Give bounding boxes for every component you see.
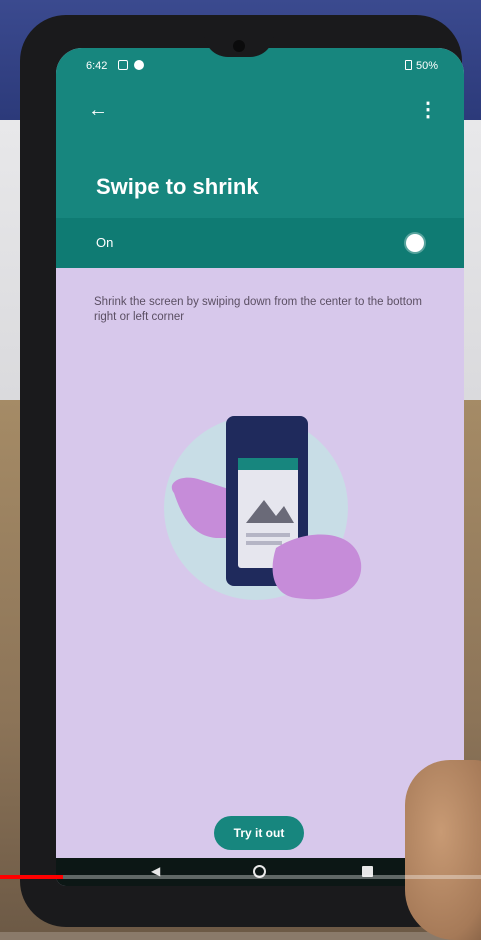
- front-camera: [233, 40, 245, 52]
- illustration-screen-header: [238, 458, 298, 470]
- system-nav-bar: ◀: [56, 858, 464, 886]
- toggle-label: On: [96, 235, 114, 250]
- battery-icon: [405, 60, 412, 70]
- video-progress-fill: [0, 875, 63, 879]
- status-time: 6:42: [86, 60, 108, 72]
- arrow-back-icon[interactable]: ←: [88, 100, 108, 120]
- switch-toggle[interactable]: [406, 234, 424, 252]
- hand-holding-phone-illustration: [164, 416, 362, 600]
- swipe-to-shrink-toggle-row[interactable]: On: [56, 218, 464, 268]
- phone-screen: 6:42 50% ← ⋮ Swipe to shrink On Shrink t…: [56, 48, 464, 886]
- user-hand: [405, 760, 481, 940]
- calendar-icon: [118, 60, 128, 70]
- notification-icon: [134, 60, 144, 70]
- video-progress-bar[interactable]: [0, 875, 481, 879]
- battery-level: 50%: [415, 60, 438, 72]
- more-vert-icon[interactable]: ⋮: [418, 100, 438, 120]
- try-it-out-button[interactable]: Try it out: [214, 816, 304, 850]
- feature-description: Shrink the screen by swiping down from t…: [94, 296, 422, 323]
- hand-thumb: [272, 534, 362, 600]
- page-title: Swipe to shrink: [96, 174, 259, 199]
